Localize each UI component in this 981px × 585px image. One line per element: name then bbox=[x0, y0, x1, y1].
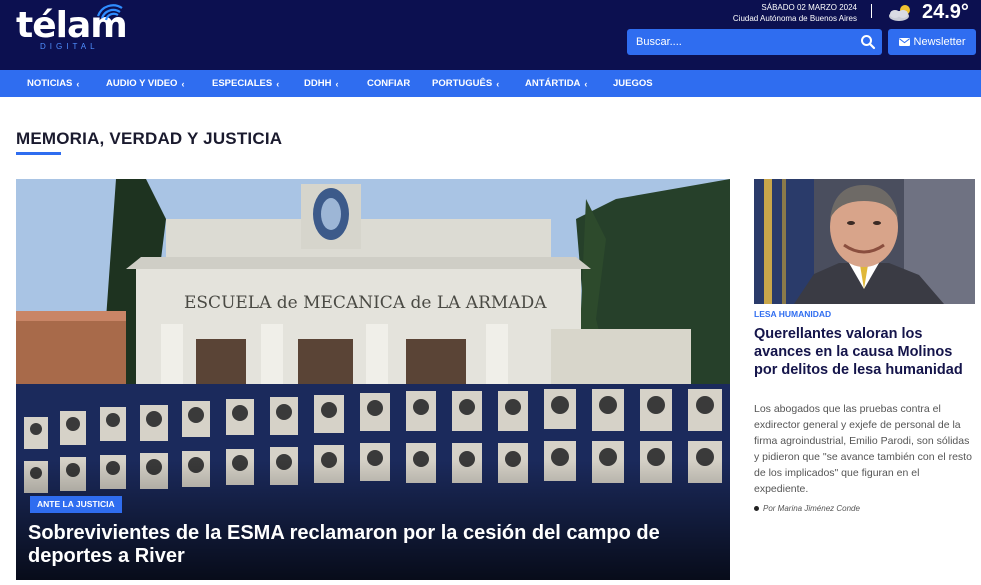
side-summary: Los abogados que las pruebas contra el e… bbox=[754, 403, 972, 495]
telam-logo[interactable]: télam DIGITAL bbox=[16, 4, 136, 54]
partly-cloudy-icon bbox=[889, 5, 910, 21]
nav-item-audio-video[interactable]: AUDIO Y VIDEO ‹ bbox=[106, 70, 184, 97]
nav-item-juegos[interactable]: JUEGOS bbox=[613, 70, 653, 97]
divider bbox=[871, 4, 872, 18]
nav-item-noticias[interactable]: NOTICIAS ‹ bbox=[27, 70, 79, 97]
site-header: télam DIGITAL SÁBADO 02 MARZO 2024 Ciuda… bbox=[0, 0, 981, 70]
nav-label: JUEGOS bbox=[613, 78, 653, 89]
search-icon[interactable] bbox=[860, 34, 876, 50]
portrait-photo bbox=[754, 179, 975, 304]
nav-item-especiales[interactable]: ESPECIALES ‹ bbox=[212, 70, 279, 97]
current-date: SÁBADO 02 MARZO 2024 bbox=[761, 3, 857, 12]
nav-label: CONFIAR bbox=[367, 78, 411, 89]
search-input[interactable] bbox=[627, 29, 852, 55]
chevron-icon: ‹ bbox=[76, 78, 80, 89]
nav-label: ESPECIALES bbox=[212, 78, 273, 89]
side-headline[interactable]: Querellantes valoran los avances en la c… bbox=[754, 325, 975, 379]
nav-label: ANTÁRTIDA bbox=[525, 78, 581, 89]
nav-label: NOTICIAS bbox=[27, 78, 73, 89]
chevron-icon: ‹ bbox=[276, 78, 280, 89]
nav-item-antartida[interactable]: ANTÁRTIDA ‹ bbox=[525, 70, 587, 97]
nav-item-confiar[interactable]: CONFIAR bbox=[367, 70, 410, 97]
nav-label: PORTUGUÊS bbox=[432, 78, 493, 89]
nav-label: AUDIO Y VIDEO bbox=[106, 78, 178, 89]
logo-subtitle: DIGITAL bbox=[40, 42, 99, 51]
signal-icon bbox=[96, 4, 123, 21]
side-category[interactable]: LESA HUMANIDAD bbox=[754, 309, 831, 319]
nav-item-portugues[interactable]: PORTUGUÊS ‹ bbox=[432, 70, 499, 97]
feature-headline[interactable]: Sobrevivientes de la ESMA reclamaron por… bbox=[28, 522, 728, 568]
chevron-icon: ‹ bbox=[181, 78, 185, 89]
newsletter-label: Newsletter bbox=[913, 36, 966, 48]
current-city: Ciudad Autónoma de Buenos Aires bbox=[732, 14, 857, 23]
feature-story[interactable]: ESCUELA de MECANICA de LA ARMADA ANTE LA… bbox=[16, 179, 730, 580]
bullet-icon bbox=[754, 506, 759, 511]
date-location: SÁBADO 02 MARZO 2024 Ciudad Autónoma de … bbox=[733, 2, 857, 24]
envelope-icon bbox=[898, 38, 910, 46]
chevron-icon: ‹ bbox=[584, 78, 588, 89]
main-nav: NOTICIAS ‹ AUDIO Y VIDEO ‹ ESPECIALES ‹ DDH… bbox=[0, 70, 981, 97]
nav-label: DDHH bbox=[304, 78, 332, 89]
section-underline bbox=[16, 152, 61, 155]
nav-item-ddhh[interactable]: DDHH ‹ bbox=[304, 70, 338, 97]
byline-author: Por Marina Jiménez Conde bbox=[763, 504, 860, 513]
chevron-icon: ‹ bbox=[496, 78, 500, 89]
search-box[interactable] bbox=[627, 29, 882, 55]
building-sign: ESCUELA de MECANICA de LA ARMADA bbox=[184, 293, 547, 313]
chevron-icon: ‹ bbox=[335, 78, 339, 89]
temperature: 24.9° bbox=[922, 1, 969, 23]
category-tag[interactable]: ANTE LA JUSTICIA bbox=[30, 496, 122, 513]
section-title: MEMORIA, VERDAD Y JUSTICIA bbox=[16, 129, 283, 148]
side-story-image[interactable] bbox=[754, 179, 975, 304]
newsletter-button[interactable]: Newsletter bbox=[888, 29, 976, 55]
byline: Por Marina Jiménez Conde bbox=[754, 504, 860, 513]
